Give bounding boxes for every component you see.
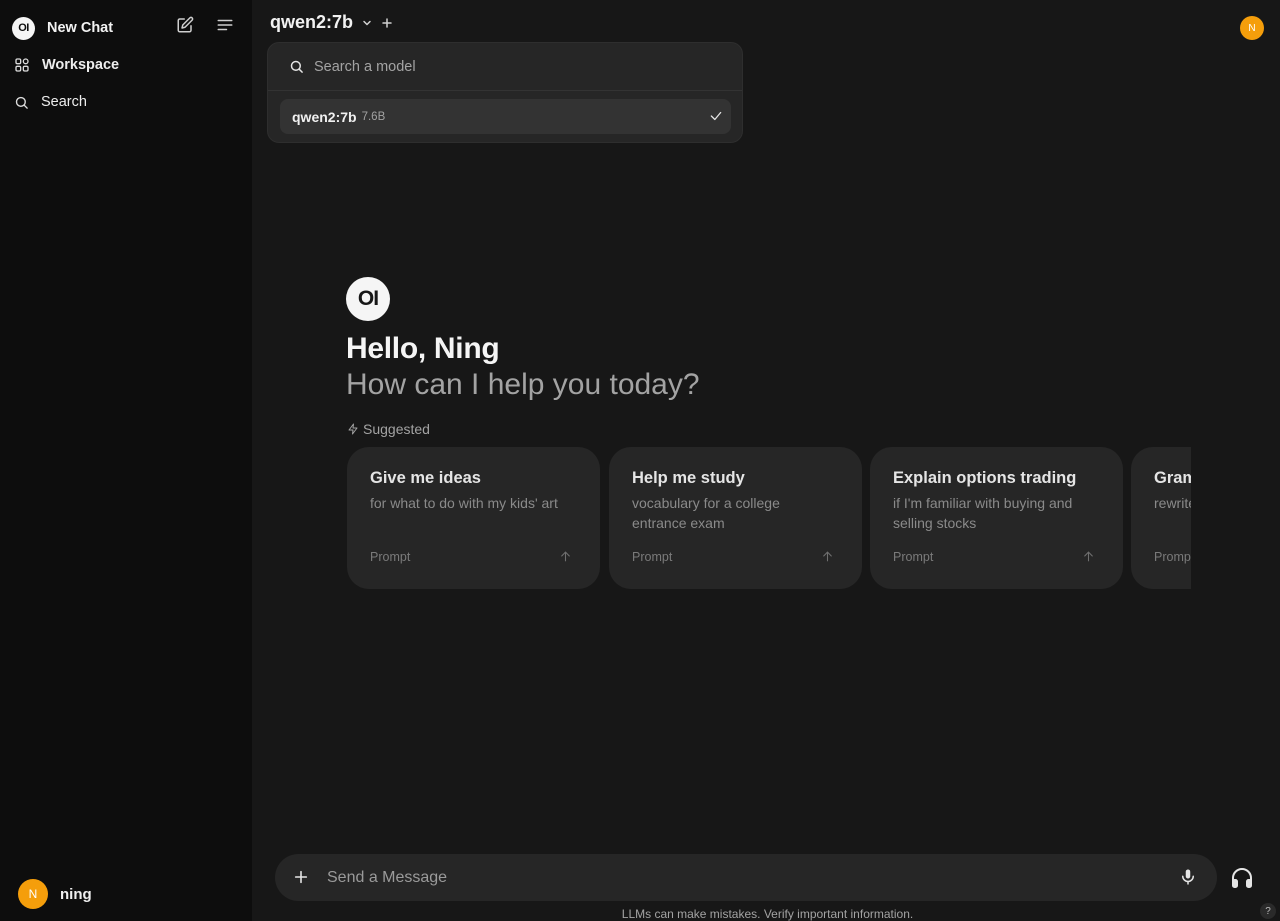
sidebar-header: OI New Chat — [12, 16, 240, 40]
arrow-up-icon — [821, 550, 834, 563]
suggestion-title: Give me ideas — [370, 469, 481, 487]
new-chat-label[interactable]: New Chat — [47, 20, 113, 36]
avatar: N — [18, 879, 48, 909]
hero-logo-text: OI — [357, 287, 379, 310]
help-button[interactable]: ? — [1260, 903, 1276, 919]
model-option-name: qwen2:7b — [292, 108, 357, 125]
suggested-header: Suggested — [347, 421, 430, 437]
suggestion-title: Explain options trading — [893, 469, 1077, 487]
model-search — [268, 43, 742, 91]
headphones-icon[interactable] — [1230, 866, 1254, 890]
model-option[interactable]: qwen2:7b 7.6B — [280, 99, 731, 134]
message-input[interactable] — [327, 866, 1147, 890]
chevron-down-icon[interactable] — [361, 17, 373, 29]
model-name: qwen2:7b — [270, 12, 354, 32]
sidebar-item-search[interactable]: Search — [14, 94, 87, 110]
suggestion-card[interactable]: Help me study vocabulary for a college e… — [609, 447, 862, 589]
suggestion-tag: Prompt — [370, 550, 411, 564]
user-name: ning — [60, 885, 92, 903]
sidebar-item-workspace[interactable]: Workspace — [14, 57, 119, 73]
suggestion-subtitle: if I'm familiar with buying and selling … — [893, 495, 1073, 531]
greeting-subtitle: How can I help you today? — [346, 368, 700, 401]
suggestion-subtitle: for what to do with my kids' art — [370, 495, 558, 511]
sidebar-item-label: Workspace — [42, 57, 120, 73]
sidebar: OI New Chat Workspace Search N ning — [0, 0, 252, 921]
suggestion-tag: Prompt — [632, 550, 673, 564]
arrow-up-icon — [559, 550, 572, 563]
suggestion-subtitle: rewrite it for better readability — [1154, 495, 1191, 511]
menu-icon[interactable] — [216, 16, 234, 34]
check-icon — [709, 109, 723, 123]
search-icon — [289, 59, 304, 74]
suggestion-title: Help me study — [632, 469, 745, 487]
plus-icon[interactable] — [293, 869, 309, 885]
suggestion-card[interactable]: Give me ideas for what to do with my kid… — [347, 447, 600, 589]
app-logo-text: OI — [18, 22, 29, 34]
suggestion-title: Grammar check — [1154, 469, 1191, 487]
user-menu[interactable]: N ning — [18, 879, 92, 909]
suggestion-card[interactable]: Explain options trading if I'm familiar … — [870, 447, 1123, 589]
suggestion-subtitle: vocabulary for a college entrance exam — [632, 495, 780, 531]
microphone-icon[interactable] — [1179, 867, 1197, 887]
message-composer — [275, 854, 1217, 901]
bolt-icon — [347, 423, 359, 435]
app-logo[interactable]: OI — [12, 16, 35, 40]
sidebar-item-label: Search — [41, 94, 87, 110]
suggested-label: Suggested — [363, 421, 430, 437]
suggestion-tag: Prompt — [893, 550, 934, 564]
model-search-input[interactable] — [314, 58, 694, 75]
model-option-size: 7.6B — [361, 110, 386, 123]
disclaimer: LLMs can make mistakes. Verify important… — [621, 907, 914, 921]
arrow-up-icon — [1082, 550, 1095, 563]
model-selector[interactable]: qwen2:7b — [270, 12, 393, 33]
hero-logo: OI — [346, 277, 390, 321]
greeting: Hello, Ning — [346, 332, 500, 365]
workspace-icon — [14, 57, 30, 73]
model-dropdown: qwen2:7b 7.6B — [267, 42, 743, 143]
search-icon — [14, 95, 29, 110]
add-model-icon[interactable] — [381, 17, 393, 29]
suggestion-card[interactable]: Grammar check rewrite it for better read… — [1131, 447, 1191, 589]
new-chat-icon[interactable] — [176, 16, 194, 34]
avatar[interactable]: N — [1240, 16, 1264, 40]
suggestion-tag: Prompt — [1154, 550, 1191, 564]
suggestion-cards: Give me ideas for what to do with my kid… — [347, 447, 1191, 589]
